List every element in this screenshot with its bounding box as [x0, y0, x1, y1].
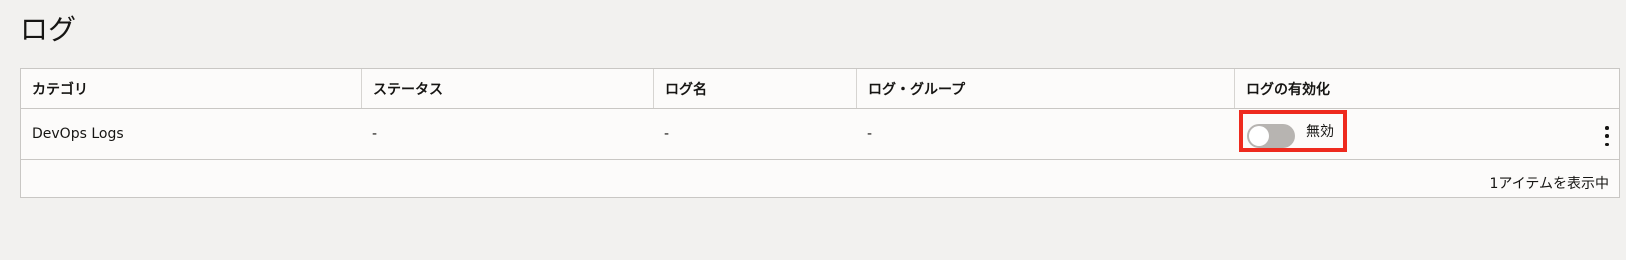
enable-log-highlight: 無効 [1239, 110, 1347, 152]
item-count-label: 1アイテムを表示中 [1489, 176, 1609, 192]
cell-status: - [372, 126, 378, 142]
column-header-category[interactable]: カテゴリ [21, 69, 361, 108]
cell-log-group: - [867, 126, 873, 142]
column-header-log-group[interactable]: ログ・グループ [856, 69, 1234, 108]
logs-table: カテゴリ ステータス ログ名 ログ・グループ ログの有効化 DevOps Log… [20, 68, 1620, 198]
column-header-log-name[interactable]: ログ名 [653, 69, 856, 108]
kebab-dot [1605, 126, 1609, 130]
kebab-dot [1605, 134, 1609, 138]
row-actions-kebab-icon[interactable] [1603, 126, 1611, 146]
toggle-knob [1249, 126, 1269, 146]
toggle-state-label: 無効 [1306, 124, 1334, 140]
column-header-status[interactable]: ステータス [361, 69, 653, 108]
column-header-enable-log[interactable]: ログの有効化 [1234, 69, 1621, 108]
table-row: DevOps Logs - - - [21, 109, 1619, 160]
table-header-row: カテゴリ ステータス ログ名 ログ・グループ ログの有効化 [21, 69, 1619, 109]
enable-log-toggle[interactable] [1247, 124, 1295, 148]
cell-category: DevOps Logs [32, 126, 124, 142]
page-title: ログ [20, 13, 77, 46]
cell-log-name: - [664, 126, 670, 142]
kebab-dot [1605, 142, 1609, 146]
